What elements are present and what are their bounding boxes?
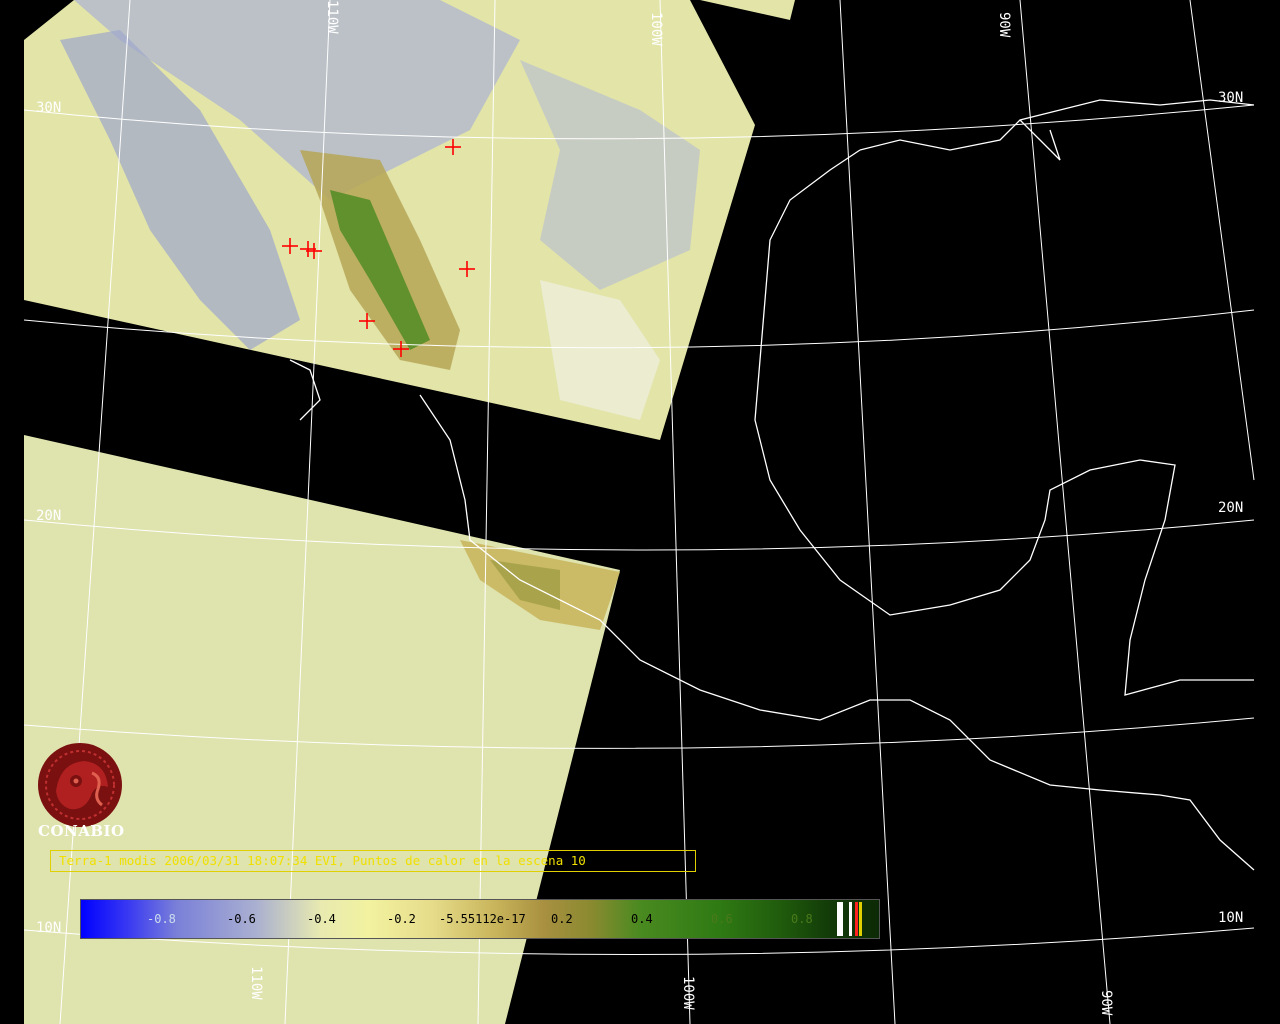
lon-label-90w-bottom: 90W — [1098, 990, 1114, 1016]
lat-label-30n-east: 30N — [1218, 90, 1243, 106]
legend-tick: -0.4 — [307, 912, 336, 926]
lon-label-100w-top: 100W — [648, 12, 664, 46]
lat-label-10n-west: 10N — [36, 920, 61, 936]
lon-label-110w-top: 110W — [324, 0, 340, 34]
legend-red-bar — [855, 902, 858, 936]
legend-tick: 0.4 — [631, 912, 653, 926]
legend-yellow-bar — [859, 902, 862, 936]
legend-tick: 0.8 — [791, 912, 813, 926]
lat-label-30n-west: 30N — [36, 100, 61, 116]
lon-label-100w-bottom: 100W — [680, 976, 696, 1010]
legend-white-bar-2 — [849, 902, 852, 936]
lat-label-20n-west: 20N — [36, 508, 61, 524]
swath-north — [24, 0, 795, 440]
evi-color-legend: -0.8 -0.6 -0.4 -0.2 -5.55112e-17 0.2 0.4… — [80, 899, 880, 939]
lat-label-10n-east: 10N — [1218, 910, 1243, 926]
legend-tick: -0.2 — [387, 912, 416, 926]
lon-label-110w-bottom: 110W — [248, 966, 264, 1000]
legend-tick: 0.6 — [711, 912, 733, 926]
lon-label-90w-top: 90W — [996, 12, 1012, 38]
legend-tick: 0.2 — [551, 912, 573, 926]
conabio-logo-text: CONABIO — [38, 822, 125, 840]
lat-label-20n-east: 20N — [1218, 500, 1243, 516]
scene-caption: Terra-1 modis 2006/03/31 18:07:34 EVI, P… — [50, 850, 696, 872]
legend-tick: -5.55112e-17 — [439, 912, 526, 926]
legend-tick: -0.8 — [147, 912, 176, 926]
legend-tick: -0.6 — [227, 912, 256, 926]
legend-white-bar — [837, 902, 843, 936]
